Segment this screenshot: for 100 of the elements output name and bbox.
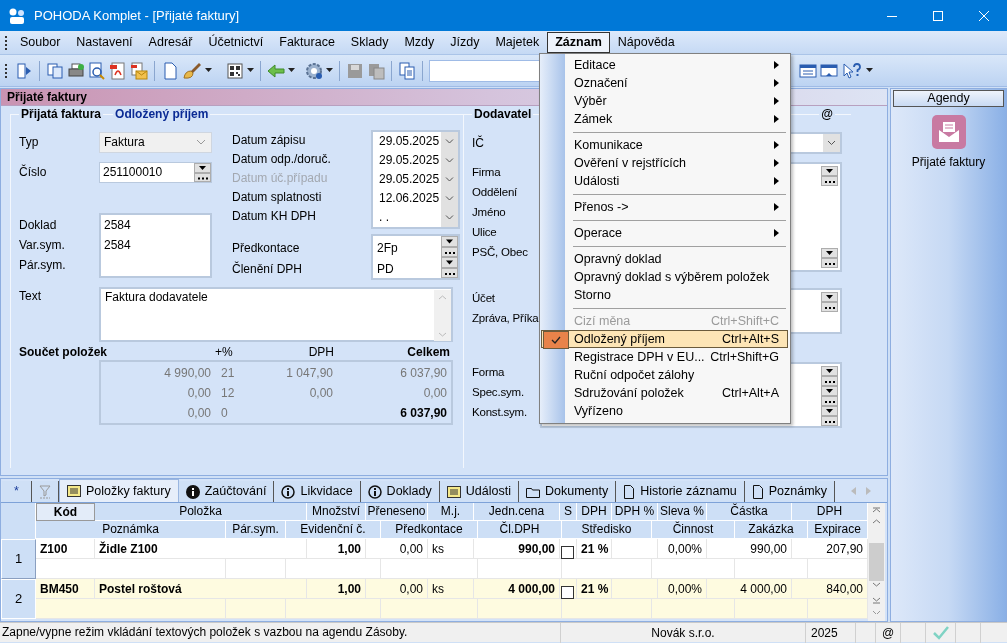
- dropdown-button[interactable]: [441, 257, 458, 268]
- menu-item[interactable]: Opravný doklad: [541, 250, 788, 268]
- dropdown-button[interactable]: [441, 236, 458, 247]
- agenda-item[interactable]: Přijaté faktury: [911, 155, 986, 170]
- dropdown-button[interactable]: [821, 166, 838, 176]
- qr-code-icon[interactable]: [226, 61, 244, 80]
- table-row[interactable]: 2 BM450 Postel roštová 1,00 0,00 ks 4 000,00 21 % 0,00% 4 000,00 840,00: [1, 579, 868, 619]
- menu-item[interactable]: Storno: [541, 286, 788, 304]
- column-header[interactable]: Poznámka: [36, 521, 226, 539]
- menu-item[interactable]: Operace: [541, 224, 788, 242]
- menu-item[interactable]: Nápověda: [609, 32, 683, 53]
- menu-item[interactable]: Registrace DPH v EU... Ctrl+Shift+G: [541, 348, 788, 366]
- date-field[interactable]: . .: [373, 208, 441, 227]
- tab[interactable]: Položky faktury: [58, 479, 179, 502]
- menu-item[interactable]: Opravný doklad s výběrem položek: [541, 268, 788, 286]
- column-header[interactable]: Evidenční č.: [286, 521, 381, 539]
- inbox-tray-icon[interactable]: [931, 115, 966, 149]
- row-header[interactable]: 1: [1, 539, 36, 579]
- date-field[interactable]: 29.05.2025: [373, 151, 441, 170]
- tab[interactable]: Zaúčtování: [178, 481, 275, 502]
- menu-item[interactable]: Sklady: [342, 32, 397, 53]
- caret-icon[interactable]: [205, 68, 212, 73]
- column-header[interactable]: Expirace: [808, 521, 868, 539]
- input-field[interactable]: 2Fp: [373, 236, 441, 257]
- caret-icon[interactable]: [866, 68, 873, 73]
- more-button[interactable]: [821, 302, 838, 312]
- more-button[interactable]: [821, 376, 838, 386]
- scrollbar[interactable]: [434, 290, 451, 341]
- menu-item[interactable]: Vyřízeno: [541, 402, 788, 420]
- column-header[interactable]: DPH: [577, 503, 612, 521]
- panel-icon[interactable]: [820, 61, 838, 80]
- caret-icon[interactable]: [247, 68, 254, 73]
- menu-item[interactable]: Sdružování položek Ctrl+Alt+A: [541, 384, 788, 402]
- menu-item[interactable]: Komunikace: [541, 136, 788, 154]
- date-field[interactable]: 29.05.2025: [373, 132, 441, 151]
- date-field[interactable]: 12.06.2025: [373, 189, 441, 208]
- menu-item[interactable]: Soubor: [12, 32, 69, 53]
- close-icon[interactable]: [978, 9, 990, 22]
- column-header[interactable]: Jedn.cena: [474, 503, 560, 521]
- menu-item[interactable]: Adresář: [140, 32, 201, 53]
- column-header[interactable]: Kód: [36, 503, 95, 521]
- column-header[interactable]: Zakázka: [735, 521, 808, 539]
- pdf-email-icon[interactable]: [130, 61, 148, 80]
- type-dropdown[interactable]: Faktura: [99, 131, 212, 153]
- checkbox[interactable]: [561, 546, 574, 560]
- menu-item[interactable]: Editace: [541, 56, 788, 74]
- menu-item[interactable]: Ruční odpočet zálohy: [541, 366, 788, 384]
- window-icon[interactable]: [799, 61, 817, 80]
- column-header[interactable]: S: [560, 503, 577, 521]
- column-header[interactable]: Položka: [95, 503, 307, 521]
- copy-icon[interactable]: [46, 61, 64, 80]
- column-header[interactable]: Množství: [307, 503, 366, 521]
- column-header[interactable]: Středisko: [562, 521, 652, 539]
- text-area[interactable]: Faktura dodavatele: [99, 287, 453, 342]
- menu-item[interactable]: Účetnictví: [200, 32, 272, 53]
- dropdown-button[interactable]: [821, 292, 838, 302]
- column-header[interactable]: Přeneseno: [366, 503, 428, 521]
- more-button[interactable]: [821, 258, 838, 268]
- column-header[interactable]: DPH: [792, 503, 868, 521]
- input-field[interactable]: 2584: [104, 216, 164, 234]
- exit-door-icon[interactable]: [15, 61, 33, 80]
- menu-item[interactable]: Majetek: [487, 32, 548, 53]
- menu-item[interactable]: Odložený příjem Ctrl+Alt+S: [541, 330, 788, 348]
- menu-item[interactable]: Nastavení: [68, 32, 141, 53]
- tab[interactable]: Doklady: [360, 481, 440, 502]
- checkbox[interactable]: [561, 586, 574, 600]
- input-field[interactable]: 2584: [104, 236, 164, 254]
- dropdown-button[interactable]: [821, 248, 838, 258]
- brush-icon[interactable]: [182, 61, 202, 80]
- tab[interactable]: Události: [439, 481, 519, 502]
- tab[interactable]: [31, 481, 59, 502]
- menu-item[interactable]: Jízdy: [442, 32, 488, 53]
- new-document-icon[interactable]: [161, 61, 179, 80]
- more-button[interactable]: [821, 416, 838, 426]
- pdf-icon[interactable]: [109, 61, 127, 80]
- menu-item[interactable]: Události: [541, 172, 788, 190]
- menu-item[interactable]: Mzdy: [396, 32, 443, 53]
- menu-item[interactable]: Přenos ->: [541, 198, 788, 216]
- menu-item[interactable]: Zámek: [541, 110, 788, 128]
- tab[interactable]: Historie záznamu: [616, 481, 745, 502]
- menu-item[interactable]: Ověření v rejstřících: [541, 154, 788, 172]
- gear-icon[interactable]: [305, 61, 323, 80]
- row-header[interactable]: 2: [1, 579, 36, 619]
- column-header[interactable]: M.j.: [428, 503, 474, 521]
- tab[interactable]: *: [2, 481, 32, 502]
- column-header[interactable]: Sleva %: [658, 503, 707, 521]
- caret-icon[interactable]: [326, 68, 333, 73]
- help-pointer-icon[interactable]: [841, 61, 863, 80]
- grip-icon[interactable]: [4, 34, 8, 51]
- column-header[interactable]: DPH %: [612, 503, 658, 521]
- column-header[interactable]: Činnost: [652, 521, 735, 539]
- input-field[interactable]: PD: [373, 257, 441, 278]
- column-header[interactable]: Pár.sym.: [226, 521, 286, 539]
- more-button[interactable]: [821, 396, 838, 406]
- more-button[interactable]: [441, 247, 458, 257]
- tab[interactable]: Dokumenty: [518, 481, 617, 502]
- grip-icon[interactable]: [4, 62, 8, 79]
- caret-icon[interactable]: [288, 68, 295, 73]
- dropdown-button[interactable]: [821, 386, 838, 396]
- menu-item[interactable]: Fakturace: [271, 32, 343, 53]
